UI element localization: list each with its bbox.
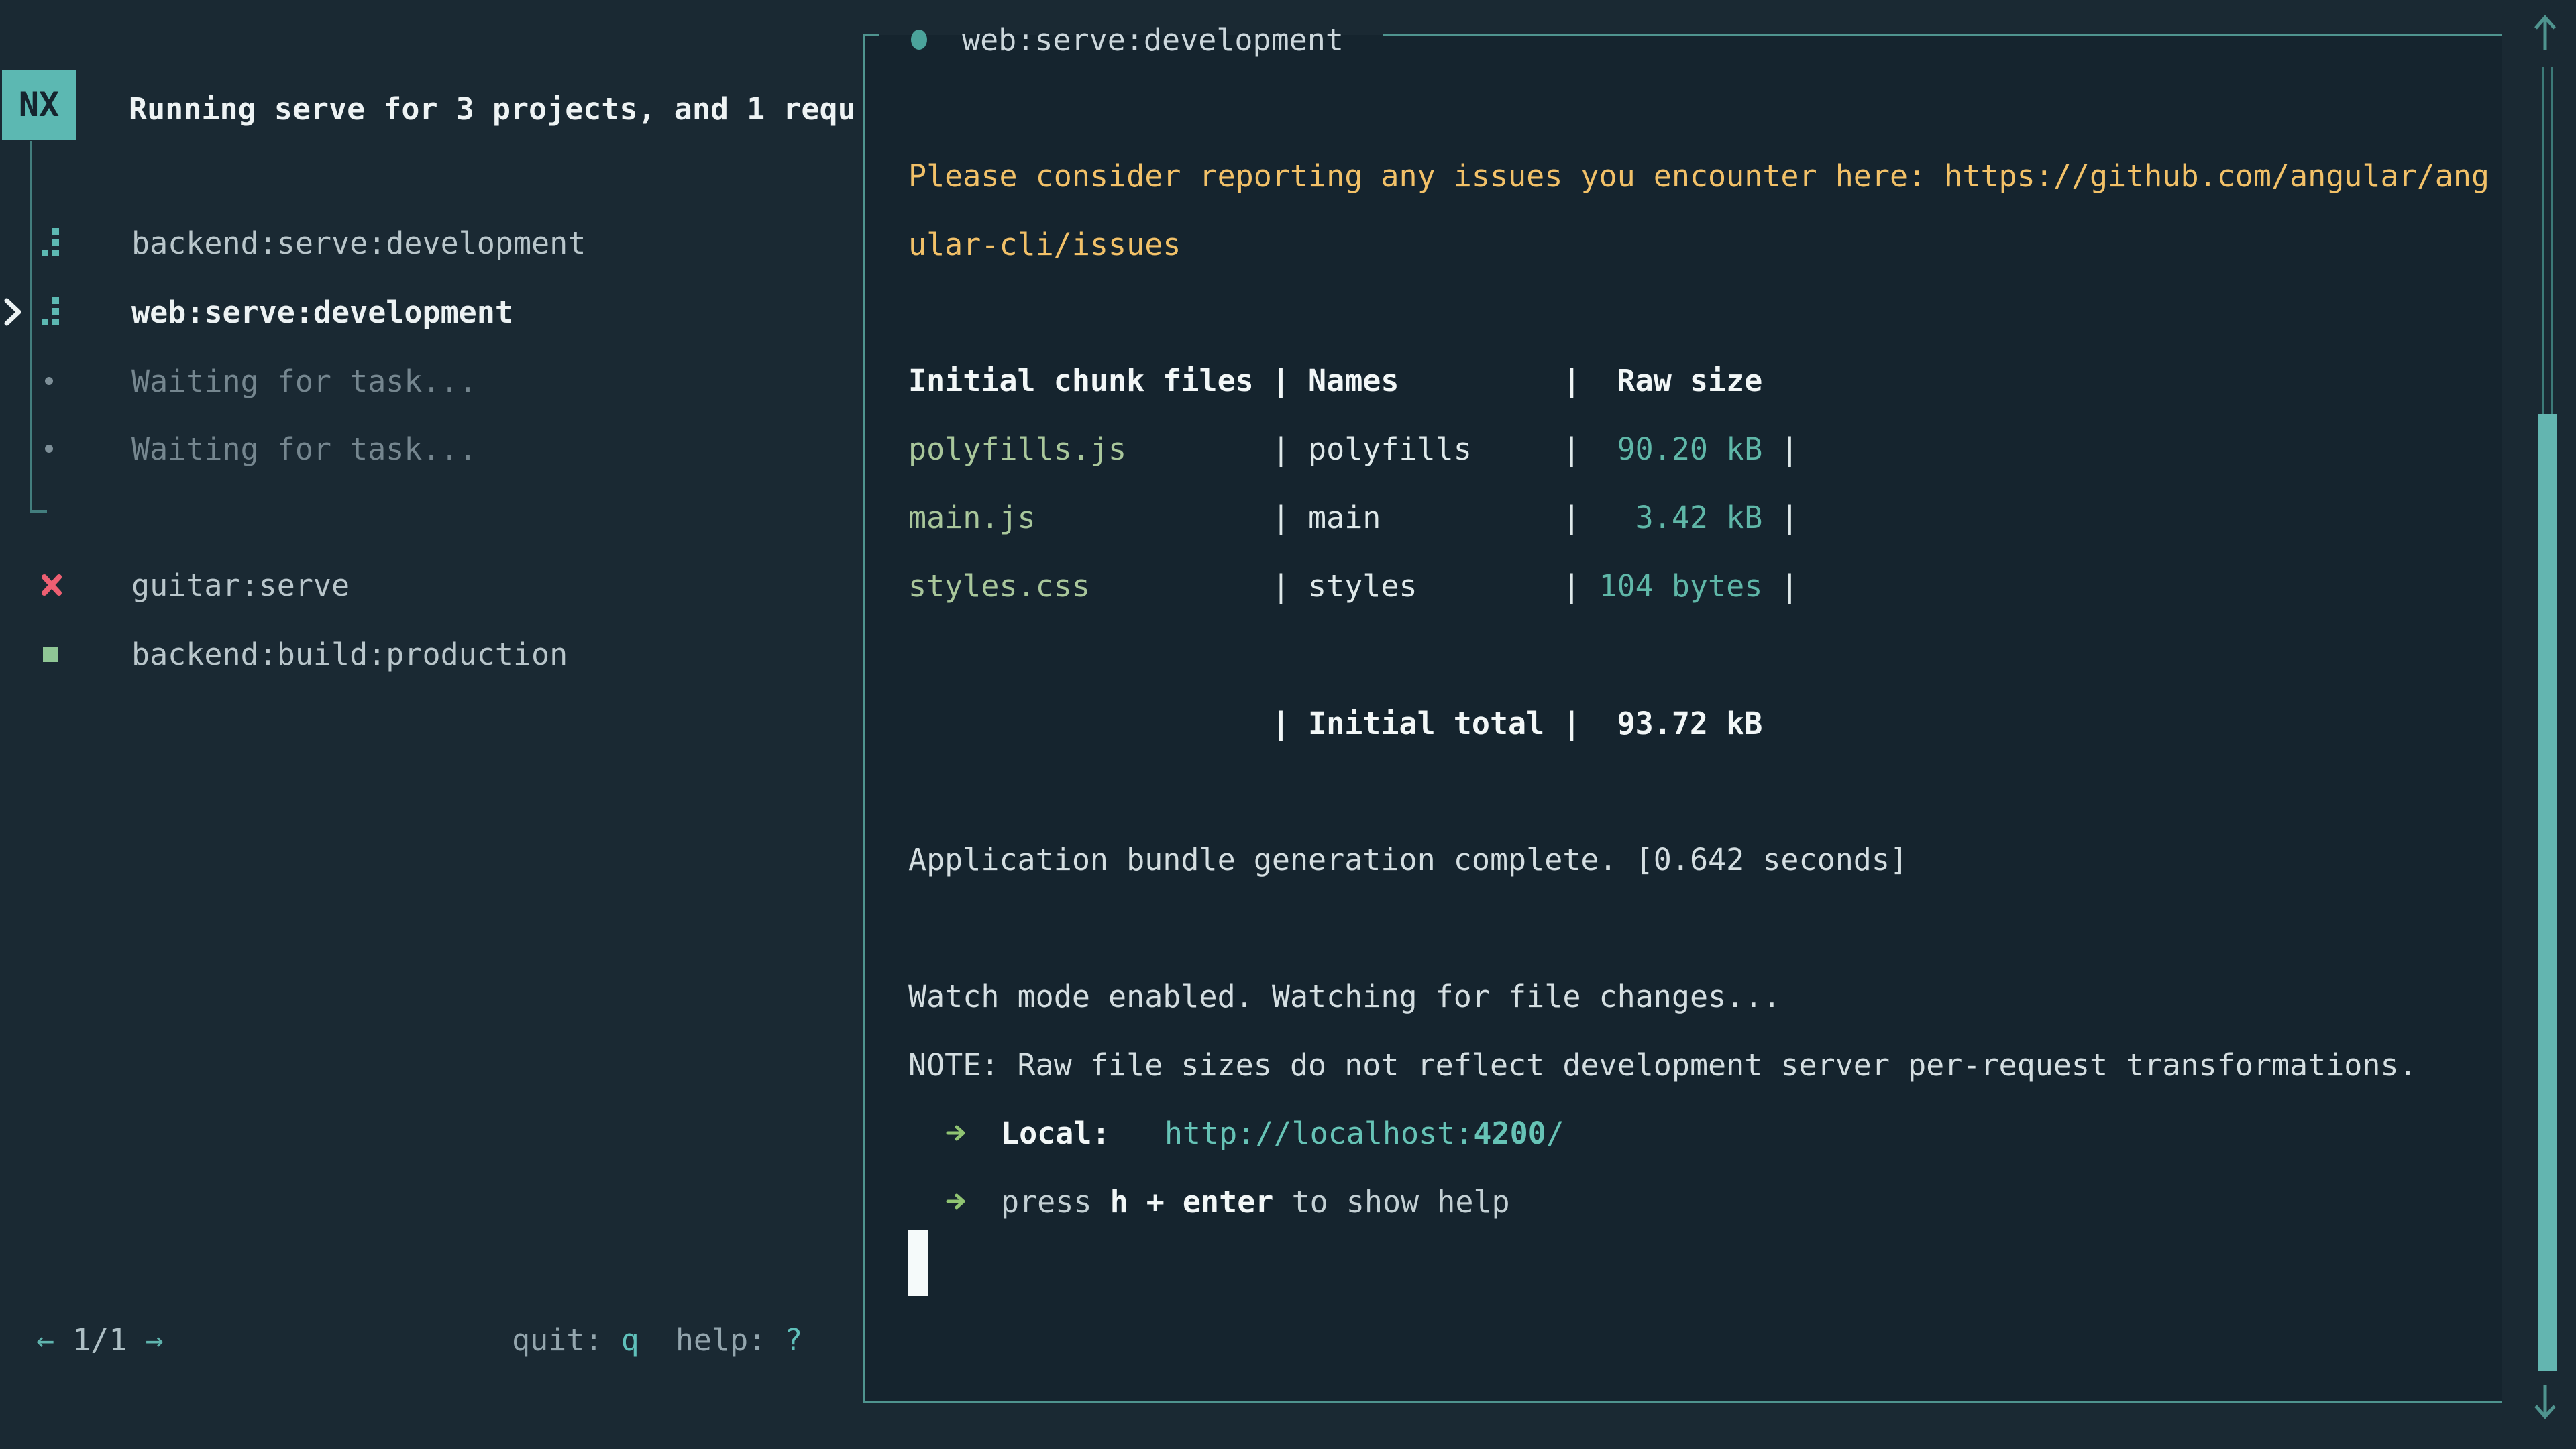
pipe: |: [1780, 431, 1799, 467]
scroll-up-icon[interactable]: [2528, 12, 2563, 54]
pipe: |: [1562, 568, 1599, 604]
watch-mode-line: Watch mode enabled. Watching for file ch…: [908, 975, 1780, 1017]
panel-top-border-line: [1383, 34, 2502, 36]
nx-tui-terminal: { "colors": { "accent_teal": "#5fb4ae", …: [0, 0, 2576, 1449]
chunk-file: styles.css: [908, 568, 1272, 604]
error-x-icon: [39, 572, 64, 598]
pipe: |: [1780, 500, 1799, 535]
pagination: ← 1/1 →: [36, 1319, 164, 1360]
pipe: |: [1272, 568, 1308, 604]
task-row-backend-serve[interactable]: backend:serve:development: [0, 222, 852, 264]
help-key: ?: [784, 1322, 802, 1358]
chunk-table-header: Initial chunk files|Names|Raw size: [908, 360, 1762, 401]
panel-title: web:serve:development: [962, 22, 1344, 58]
press-suffix: to show help: [1273, 1184, 1509, 1220]
angular-notice-line2: ular-cli/issues: [908, 223, 1181, 265]
spinner-icon: [42, 297, 59, 327]
initial-total-label: Initial total: [1308, 706, 1562, 741]
scroll-down-icon[interactable]: [2528, 1381, 2563, 1422]
url-slash: /: [1546, 1116, 1564, 1151]
note-line: NOTE: Raw file sizes do not reflect deve…: [908, 1044, 2417, 1085]
help-hint-label: help:: [639, 1322, 785, 1358]
local-url-line: Local: http://localhost:4200/: [946, 1112, 1564, 1154]
quit-key: q: [621, 1322, 639, 1358]
chunk-size: 3.42 kB: [1599, 500, 1762, 535]
table-row: styles.css|styles|104 bytes|: [908, 565, 1799, 606]
waiting-dot-icon: [45, 377, 53, 385]
task-row-waiting-2[interactable]: Waiting for task...: [0, 428, 852, 470]
terminal-cursor: [908, 1230, 928, 1296]
task-row-web-serve[interactable]: web:serve:development: [0, 291, 852, 333]
panel-header: web:serve:development: [911, 19, 1344, 60]
task-label: Waiting for task...: [131, 431, 477, 467]
press-help-text: press h + enter to show help: [1001, 1184, 1510, 1220]
pipe: |: [1562, 363, 1599, 398]
url-prefix: http://localhost:: [1165, 1116, 1474, 1151]
pipe: |: [1272, 431, 1308, 467]
initial-total-size: 93.72 kB: [1599, 706, 1762, 741]
task-label: backend:serve:development: [131, 225, 586, 261]
task-label-selected: web:serve:development: [131, 294, 513, 330]
press-prefix: press: [1001, 1184, 1110, 1220]
spinner-icon: [42, 228, 59, 258]
pipe: |: [1780, 568, 1799, 604]
chunk-file: polyfills.js: [908, 431, 1272, 467]
panel-top-border-stub: [863, 34, 879, 36]
press-keys: h + enter: [1110, 1184, 1274, 1220]
url-port: 4200: [1473, 1116, 1546, 1151]
task-label: backend:build:production: [131, 637, 568, 672]
table-row: main.js|main|3.42 kB|: [908, 496, 1799, 538]
col-initial-chunk-files: Initial chunk files: [908, 363, 1272, 398]
task-label: guitar:serve: [131, 568, 350, 603]
pipe: |: [1562, 706, 1599, 741]
page-indicator: 1/1: [54, 1322, 145, 1358]
chunk-size: 90.20 kB: [1599, 431, 1762, 467]
nx-logo: NX: [2, 70, 76, 140]
pipe: |: [1272, 363, 1308, 398]
chunk-file: main.js: [908, 500, 1272, 535]
local-label: Local:: [1001, 1116, 1110, 1151]
press-help-line: press h + enter to show help: [946, 1181, 1510, 1222]
localhost-url[interactable]: http://localhost:4200/: [1165, 1116, 1564, 1151]
sidebar-title: Running serve for 3 projects, and 1 requ: [129, 88, 853, 129]
col-raw-size: Raw size: [1599, 363, 1762, 398]
page-next-arrow[interactable]: →: [146, 1322, 164, 1358]
keyboard-hints: quit: q help: ?: [512, 1319, 803, 1360]
task-row-backend-build[interactable]: backend:build:production: [0, 633, 852, 675]
chunk-name: main: [1308, 500, 1562, 535]
table-row: polyfills.js|polyfills|90.20 kB|: [908, 428, 1799, 470]
waiting-dot-icon: [45, 445, 53, 453]
task-group-line-foot: [30, 510, 47, 513]
angular-notice-line1: Please consider reporting any issues you…: [908, 155, 2489, 197]
quit-hint-label: quit:: [512, 1322, 621, 1358]
running-status-dot-icon: [911, 30, 927, 50]
pipe: |: [1272, 500, 1308, 535]
scrollbar-track[interactable]: [2542, 67, 2553, 414]
pipe: |: [1272, 706, 1308, 741]
chunk-size: 104 bytes: [1599, 568, 1762, 604]
col-names: Names: [1308, 363, 1562, 398]
bundle-complete-line: Application bundle generation complete. …: [908, 839, 1908, 880]
task-row-guitar-serve[interactable]: guitar:serve: [0, 564, 852, 606]
right-arrow-icon: [946, 1192, 967, 1211]
task-label: Waiting for task...: [131, 364, 477, 399]
task-row-waiting-1[interactable]: Waiting for task...: [0, 360, 852, 402]
chunk-name: polyfills: [1308, 431, 1562, 467]
page-prev-arrow[interactable]: ←: [36, 1322, 54, 1358]
chunk-name: styles: [1308, 568, 1562, 604]
success-square-icon: [43, 647, 58, 662]
pipe: |: [1562, 431, 1599, 467]
table-total-row: |Initial total|93.72 kB: [908, 702, 1762, 744]
pipe: |: [1562, 500, 1599, 535]
scrollbar-thumb[interactable]: [2538, 414, 2557, 1371]
right-arrow-icon: [946, 1124, 967, 1142]
